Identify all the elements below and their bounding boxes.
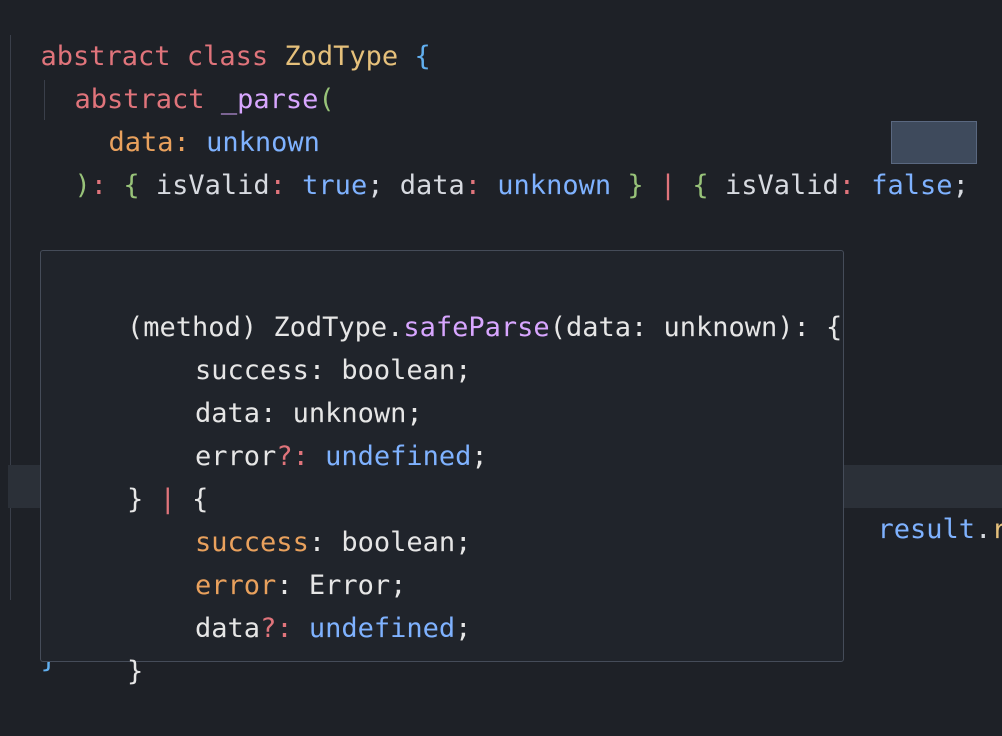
colon: : — [838, 170, 856, 201]
pipe: | — [659, 170, 677, 201]
prop: isValid — [724, 170, 839, 201]
end: ; — [455, 613, 472, 644]
colon: : — [90, 170, 108, 201]
colon: : — [464, 170, 482, 201]
end: ; — [471, 441, 488, 472]
code-line-class-decl[interactable]: abstract class ZodType { — [8, 0, 431, 72]
brace: { — [123, 170, 140, 201]
code-line-param[interactable]: data: unknown — [76, 78, 320, 158]
literal: true — [302, 170, 368, 201]
code-line-return-type[interactable]: ): { isValid: true; data: unknown } | { … — [42, 121, 969, 201]
paren: ( — [318, 84, 335, 115]
sep: ?: — [260, 613, 309, 644]
semicolon: ; — [952, 170, 969, 201]
code-line-result[interactable]: result.rea — [845, 465, 1002, 545]
literal: false — [871, 170, 953, 201]
hover-row: success: boolean; — [130, 306, 471, 386]
hover-signature: (method) ZodType.safeParse(data: unknown… — [62, 263, 842, 343]
prop: data — [399, 170, 465, 201]
hover-row: data: unknown; — [130, 349, 423, 429]
colon: : — [269, 170, 286, 201]
brace: { — [692, 170, 709, 201]
brace: } — [627, 170, 644, 201]
semicolon: ; — [367, 170, 384, 201]
end: ; — [455, 355, 472, 386]
identifier: result — [877, 514, 976, 545]
close: } — [127, 656, 144, 687]
sep: ?: — [276, 441, 326, 472]
hover-union: } | { — [62, 435, 208, 515]
paren: ) — [74, 170, 91, 201]
prop: isValid — [155, 170, 270, 201]
dot: . — [975, 514, 992, 545]
type: undefined — [325, 441, 472, 472]
code-line-safeparse[interactable]: safeParse(data: unknown) { — [42, 207, 498, 287]
identifier: rea — [991, 514, 1002, 545]
hover-row: error: Error; — [130, 521, 406, 601]
code-line-abstract-parse[interactable]: abstract _parse( — [42, 35, 335, 115]
brace: { — [414, 41, 431, 72]
prop: data — [195, 613, 261, 644]
hover-tooltip: (method) ZodType.safeParse(data: unknown… — [40, 250, 844, 687]
sig-params: (data: unknown): { — [549, 312, 843, 343]
hover-row: success: boolean; — [130, 478, 471, 558]
type-name: unknown — [497, 170, 612, 201]
hover-closing: } — [62, 607, 143, 687]
hover-row: data?: undefined; — [130, 564, 471, 644]
indent-guide — [10, 35, 11, 600]
type: undefined — [308, 613, 456, 644]
hover-row: error?: undefined; — [130, 392, 488, 472]
end: ; — [455, 527, 472, 558]
